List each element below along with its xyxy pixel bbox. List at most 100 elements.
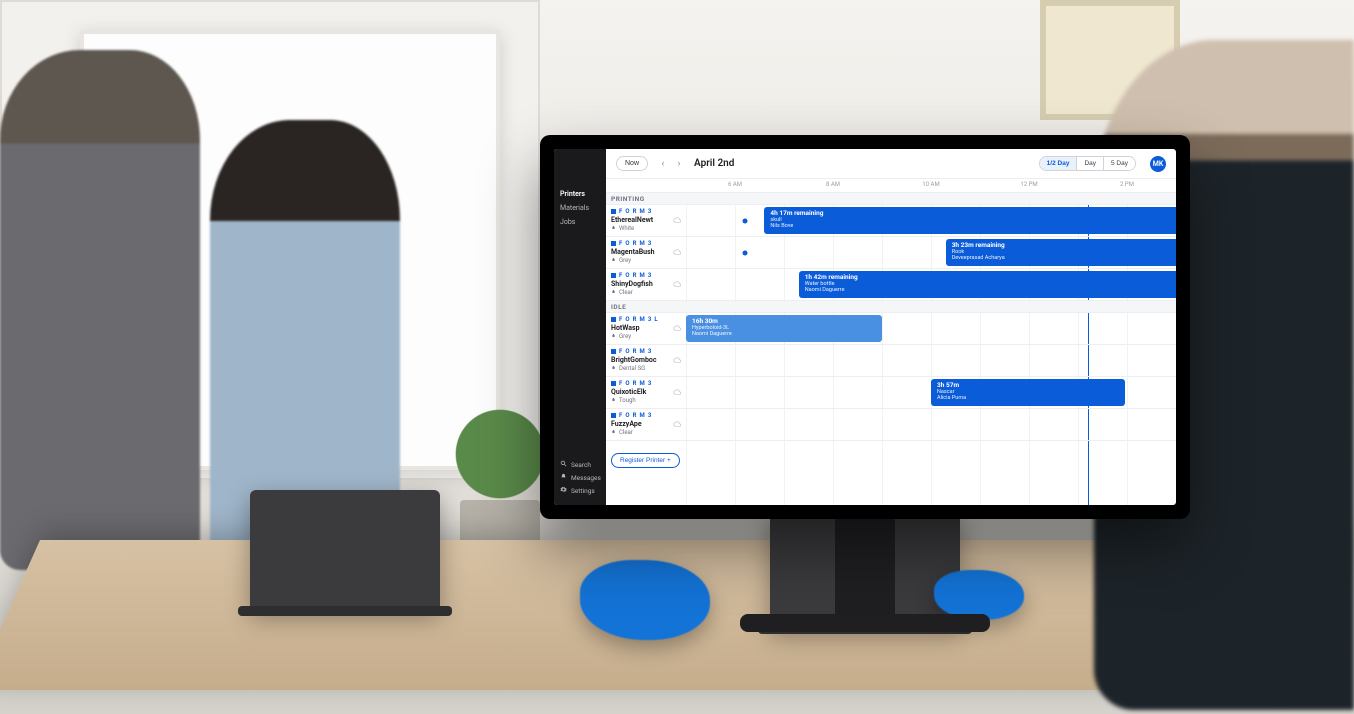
printer-row: F O R M 3MagentaBushGrey 3h 23m remaining…	[606, 237, 1176, 269]
printer-model: F O R M 3 L	[611, 316, 681, 323]
search-icon	[560, 460, 567, 469]
sidebar-foot-search[interactable]: Search	[560, 458, 600, 471]
printer-row: F O R M 3QuixoticElkTough 3h 57mNascarAli…	[606, 377, 1176, 409]
job-owner: Deveeprasad Acharya	[952, 255, 1176, 261]
printer-track[interactable]: 4h 12mDental ArchYaj Pistrovei	[686, 345, 1176, 376]
printer-model: F O R M 3	[611, 348, 681, 355]
now-button[interactable]: Now	[616, 156, 648, 171]
job-block[interactable]: 3h 57mNascarAlicia Puma	[931, 379, 1125, 406]
printer-cell[interactable]: F O R M 3BrightGombocDental SG	[606, 345, 686, 376]
hour-label: 10 AM	[922, 181, 939, 188]
timeline-body[interactable]: PRINTINGF O R M 3EtherealNewtWhite4h 17m…	[606, 193, 1176, 505]
printer-row: F O R M 3ShinyDogfishClear 1h 42m remaini…	[606, 269, 1176, 301]
cloud-icon	[673, 381, 681, 389]
label: Search	[571, 461, 591, 469]
toolbar: Now ‹ › April 2nd 1/2 DayDay5 Day MK	[606, 149, 1176, 179]
printer-icon	[611, 349, 616, 354]
sidebar-foot-settings[interactable]: Settings	[560, 484, 600, 497]
job-owner: Naomi Daguerre	[805, 287, 1176, 293]
cloud-icon	[673, 349, 681, 357]
label: Messages	[571, 474, 601, 482]
blue-object-2	[934, 570, 1024, 620]
monitor: PrintersMaterialsJobs Search Messages Sett…	[540, 135, 1190, 519]
job-owner: Alicia Puma	[937, 395, 1119, 401]
printer-icon	[611, 413, 616, 418]
hour-label: 6 AM	[728, 181, 742, 188]
printer-cell[interactable]: F O R M 3ShinyDogfishClear	[606, 269, 686, 300]
printer-name: QuixoticElk	[611, 388, 681, 396]
printer-track[interactable]: 16h 30mHyperboloid-3LNaomi Daguerre6h 42…	[686, 313, 1176, 344]
main-pane: Now ‹ › April 2nd 1/2 DayDay5 Day MK 6 A…	[606, 149, 1176, 505]
drop-icon	[611, 225, 616, 232]
printer-cell[interactable]: F O R M 3 LHotWaspGrey	[606, 313, 686, 344]
printer-name: FuzzyApe	[611, 420, 681, 428]
printer-icon	[611, 241, 616, 246]
printer-model: F O R M 3	[611, 272, 681, 279]
drop-icon	[611, 429, 616, 436]
printer-cell[interactable]: F O R M 3MagentaBushGrey	[606, 237, 686, 268]
monitor-stand	[835, 515, 895, 625]
printer-cell[interactable]: F O R M 3FuzzyApeClear	[606, 409, 686, 440]
label: Settings	[571, 487, 595, 495]
printer-material: Dental SG	[611, 365, 681, 372]
job-owner: Nils Bove	[770, 223, 1176, 229]
person-left	[0, 50, 200, 570]
job-title: 4h 17m remaining	[770, 210, 1176, 217]
bell-icon	[560, 473, 567, 482]
printer-material: Grey	[611, 333, 681, 340]
job-title: 1h 42m remaining	[805, 274, 1176, 281]
sidebar: PrintersMaterialsJobs Search Messages Sett…	[554, 149, 606, 505]
range-5-day[interactable]: 5 Day	[1103, 157, 1135, 170]
sidebar-item-materials[interactable]: Materials	[560, 201, 600, 215]
gear-icon	[560, 486, 567, 495]
printer-track[interactable]: 1h 42m remainingWater bottleNaomi Daguer…	[686, 269, 1176, 300]
date-title: April 2nd	[694, 158, 734, 169]
app-screen: PrintersMaterialsJobs Search Messages Sett…	[554, 149, 1176, 505]
range-1-2-day[interactable]: 1/2 Day	[1040, 157, 1077, 170]
prev-button[interactable]: ‹	[656, 157, 670, 171]
printer-model: F O R M 3	[611, 240, 681, 247]
sidebar-item-printers[interactable]: Printers	[560, 187, 600, 201]
printer-name: BrightGomboc	[611, 356, 681, 364]
job-block[interactable]: 3h 23m remainingRookDeveeprasad Acharya	[946, 239, 1176, 266]
printer-cell[interactable]: F O R M 3QuixoticElkTough	[606, 377, 686, 408]
printer-icon	[611, 209, 616, 214]
cloud-icon	[673, 413, 681, 421]
cloud-icon	[673, 273, 681, 281]
range-toggle: 1/2 DayDay5 Day	[1039, 156, 1136, 171]
printer-track[interactable]: 3h 57mNascarAlicia Puma	[686, 377, 1176, 408]
job-block[interactable]: 4h 17m remainingskullNils Bove	[764, 207, 1176, 234]
register-printer-button[interactable]: Register Printer +	[611, 453, 680, 468]
printer-cell[interactable]: F O R M 3EtherealNewtWhite	[606, 205, 686, 236]
job-title: 16h 30m	[692, 318, 876, 325]
avatar[interactable]: MK	[1150, 156, 1166, 172]
printer-icon	[611, 317, 616, 322]
job-block[interactable]: 16h 30mHyperboloid-3LNaomi Daguerre	[686, 315, 882, 342]
range-day[interactable]: Day	[1076, 157, 1103, 170]
printer-track[interactable]: 4h 17m remainingskullNils Bove	[686, 205, 1176, 236]
printer-icon	[611, 381, 616, 386]
printer-model: F O R M 3	[611, 380, 681, 387]
sidebar-item-jobs[interactable]: Jobs	[560, 215, 600, 229]
drop-icon	[611, 257, 616, 264]
printer-material: Tough	[611, 397, 681, 404]
printer-track[interactable]: 3h 23m remainingRookDeveeprasad Acharya	[686, 237, 1176, 268]
section-header: PRINTING	[606, 193, 1176, 205]
printer-row: F O R M 3 LHotWaspGrey16h 30mHyperboloid…	[606, 313, 1176, 345]
cloud-icon	[673, 317, 681, 325]
printer-name: MagentaBush	[611, 248, 681, 256]
drop-icon	[611, 365, 616, 372]
printer-name: EtherealNewt	[611, 216, 681, 224]
next-button[interactable]: ›	[672, 157, 686, 171]
sidebar-foot-messages[interactable]: Messages	[560, 471, 600, 484]
job-block[interactable]: 1h 42m remainingWater bottleNaomi Daguer…	[799, 271, 1176, 298]
printer-material: Clear	[611, 429, 681, 436]
printer-model: F O R M 3	[611, 208, 681, 215]
printer-track[interactable]	[686, 409, 1176, 440]
register-row: Register Printer +	[606, 441, 1176, 474]
printer-material: White	[611, 225, 681, 232]
printer-row: F O R M 3BrightGombocDental SG4h 12mDent…	[606, 345, 1176, 377]
printer-material: Grey	[611, 257, 681, 264]
job-owner: Naomi Daguerre	[692, 331, 876, 337]
timeline-node	[742, 250, 747, 255]
